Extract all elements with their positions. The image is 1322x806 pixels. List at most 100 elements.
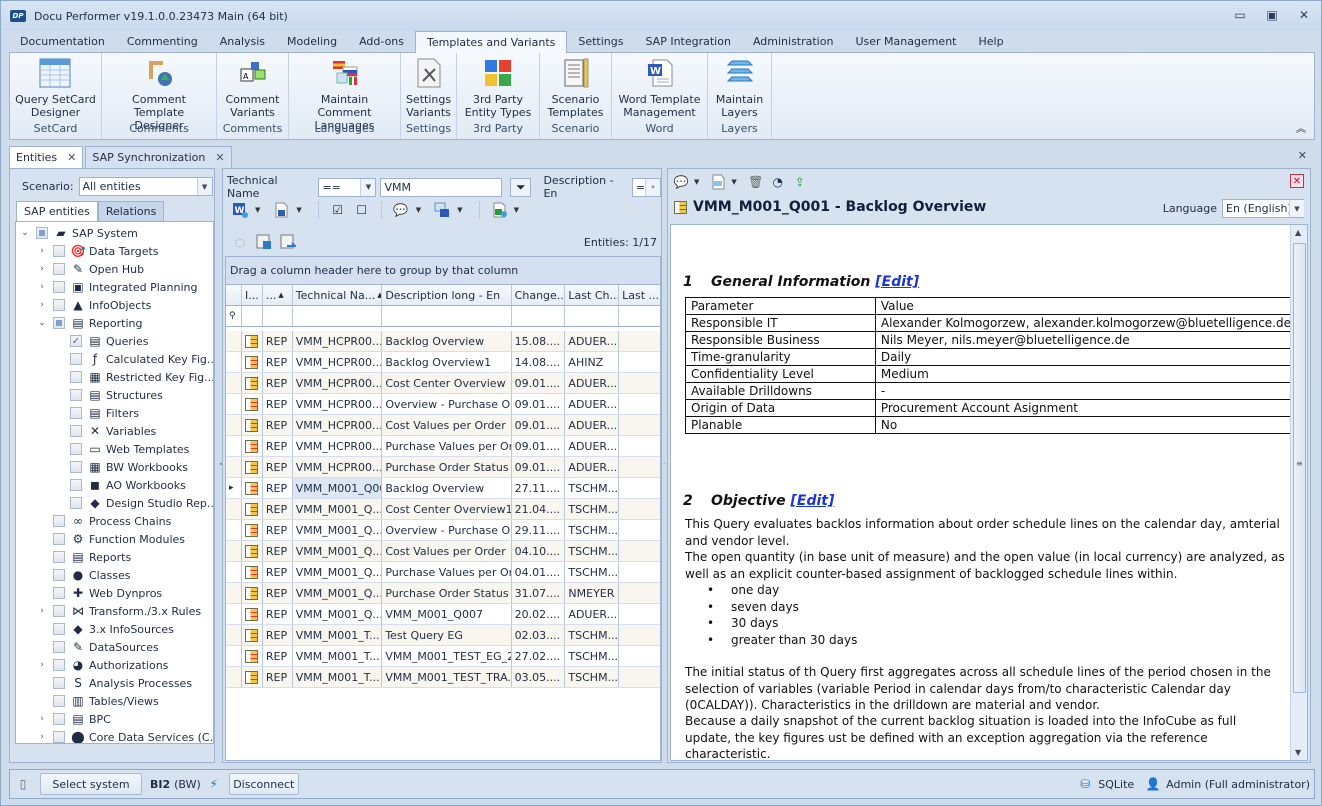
tree-node-function-modules[interactable]: ⚙ Function Modules (37, 530, 185, 548)
chevron-down-icon[interactable]: ▼ (694, 178, 699, 186)
tree-node-tables-views[interactable]: ▥ Tables/Views (37, 692, 159, 710)
cell-technical-name[interactable]: VMM_M001_Q001 (292, 478, 383, 498)
table-row[interactable]: REP VMM_HCPR00... Overview - Purchase O...… (226, 394, 660, 415)
close-tab-icon[interactable]: ✕ (215, 151, 224, 164)
tree-node-reports[interactable]: ▤ Reports (37, 548, 131, 566)
word-export-icon[interactable]: W (231, 201, 249, 219)
cell-description[interactable]: VMM_M001_TEST_TRA... (382, 667, 512, 687)
cell-last[interactable] (619, 415, 660, 435)
chevron-down-icon[interactable]: ▼ (457, 206, 462, 214)
cell-last[interactable] (619, 436, 660, 456)
cell-technical-name[interactable]: VMM_M001_Q... (293, 520, 383, 540)
tab-add-ons[interactable]: Add-ons (348, 31, 415, 53)
query-icon[interactable] (242, 583, 263, 603)
query-icon[interactable] (242, 562, 263, 582)
cell-last-changed-by[interactable]: TSCHM... (565, 520, 620, 540)
table-row[interactable]: REP VMM_M001_T... VMM_M001_TEST_TRA... 03.0… (226, 667, 660, 688)
cell-description[interactable]: Purchase Order Status (382, 583, 512, 603)
cell-description[interactable]: Cost Center Overview (382, 373, 512, 393)
comment-variants-button[interactable]: A Comment Variants (226, 53, 279, 121)
cell-technical-name[interactable]: VMM_HCPR00... (293, 394, 383, 414)
tree-checkbox[interactable] (53, 515, 65, 527)
tree-node-process-chains[interactable]: ∞ Process Chains (37, 512, 171, 530)
cell-technical-name[interactable]: VMM_M001_T... (293, 667, 383, 687)
excel-export-icon[interactable] (490, 201, 508, 219)
cell-description[interactable]: Backlog Overview (382, 478, 512, 498)
tree-checkbox[interactable] (36, 227, 48, 239)
tab-sap-integration[interactable]: SAP Integration (634, 31, 741, 53)
chevron-down-icon[interactable]: ▼ (255, 206, 260, 214)
close-icon[interactable]: ✕ (1297, 8, 1311, 22)
query-icon[interactable] (242, 604, 263, 624)
table-row[interactable]: ▸ REPVMM_M001_Q001Backlog Overview27.11..… (226, 478, 660, 499)
table-row[interactable]: REP VMM_M001_Q... Cost Center Overview1 21.… (226, 499, 660, 520)
cell-type[interactable]: REP (263, 373, 293, 393)
cell-type[interactable]: REP (263, 394, 293, 414)
tree-checkbox[interactable] (70, 353, 82, 365)
chevron-down-icon[interactable]: ⌄ (20, 228, 30, 238)
table-row[interactable]: REP VMM_M001_Q... Overview - Purchase O...… (226, 520, 660, 541)
column-header-technical-name[interactable]: Technical Na... ▲ (293, 285, 383, 305)
cell-type[interactable]: REP (263, 625, 293, 645)
cell-last-changed-by[interactable]: ADUER... (565, 457, 620, 477)
cell-changed[interactable]: 15.08.... (512, 331, 566, 351)
chevron-right-icon[interactable]: › (37, 282, 47, 292)
cell-last[interactable] (619, 457, 660, 477)
table-row[interactable]: REP VMM_HCPR00... Backlog Overview1 14.08..… (226, 352, 660, 373)
cell-technical-name[interactable]: VMM_HCPR00... (293, 331, 383, 351)
cell-description[interactable]: Cost Center Overview1 (382, 499, 512, 519)
cell-type[interactable]: REP (263, 457, 293, 477)
filter-operator-2-select[interactable]: = » (631, 177, 661, 197)
cell-last[interactable] (619, 583, 660, 603)
expand-icon[interactable]: » (645, 178, 660, 196)
cell-type[interactable]: REP (263, 646, 293, 666)
query-icon[interactable] (242, 436, 263, 456)
cell-technical-name[interactable]: VMM_HCPR00... (293, 457, 383, 477)
upload-icon[interactable]: ⇪ (791, 173, 809, 191)
cell-type[interactable]: REP (263, 520, 293, 540)
uncheck-all-icon[interactable]: ☐ (353, 201, 371, 219)
tab-commenting[interactable]: Commenting (116, 31, 209, 53)
tree-checkbox[interactable] (53, 299, 65, 311)
tree-checkbox[interactable] (53, 605, 65, 617)
edit-general-information-link[interactable]: [Edit] (875, 274, 919, 290)
cell-description[interactable]: Purchase Values per Or... (382, 436, 512, 456)
filter-icon[interactable]: ⏷ (510, 177, 532, 197)
cell-description[interactable]: Purchase Order Status (382, 457, 512, 477)
doc-tab-entities[interactable]: Entities ✕ (9, 146, 84, 168)
column-header-last[interactable]: Last ... (619, 285, 660, 305)
cell-last-changed-by[interactable]: TSCHM... (565, 562, 620, 582)
cell-last[interactable] (619, 667, 660, 687)
tree-node-datasources[interactable]: ✎ DataSources (37, 638, 159, 656)
query-icon[interactable] (242, 667, 263, 687)
tree-checkbox[interactable] (53, 731, 65, 743)
table-row[interactable]: REP VMM_M001_Q... Purchase Order Status 31.… (226, 583, 660, 604)
chevron-down-icon[interactable]: ▼ (360, 178, 376, 196)
cell-description[interactable]: Overview - Purchase O... (382, 520, 512, 540)
cell-description[interactable]: Cost Values per Order (382, 415, 512, 435)
cell-last[interactable] (619, 541, 660, 561)
cell-type[interactable]: REP (263, 562, 293, 582)
cell-changed[interactable]: 04.10.... (512, 541, 566, 561)
chevron-right-icon[interactable]: › (37, 732, 47, 742)
cell-description[interactable]: Overview - Purchase O... (382, 394, 512, 414)
cell-type[interactable]: REP (263, 478, 293, 498)
tree-checkbox[interactable] (53, 551, 65, 563)
language-select[interactable]: En (English) ▼ (1222, 199, 1304, 218)
cell-changed[interactable]: 29.11.... (512, 520, 566, 540)
cell-changed[interactable]: 31.07.... (512, 583, 566, 603)
chevron-right-icon[interactable]: › (37, 246, 47, 256)
close-tab-icon[interactable]: ✕ (67, 151, 76, 164)
query-icon[interactable] (242, 520, 263, 540)
maintain-comment-languages-button[interactable]: Maintain Comment Languages (293, 53, 396, 132)
cell-last[interactable] (619, 394, 660, 414)
cell-last[interactable] (619, 352, 660, 372)
cell-last-changed-by[interactable]: ADUER... (565, 394, 620, 414)
close-panel-icon[interactable]: ✕ (1290, 174, 1304, 188)
cell-type[interactable]: REP (263, 604, 293, 624)
query-icon[interactable] (242, 478, 263, 498)
cell-technical-name[interactable]: VMM_M001_Q... (293, 499, 383, 519)
tree-checkbox[interactable] (53, 317, 65, 329)
tree-node-data-targets[interactable]: › 🎯 Data Targets (37, 242, 158, 260)
chevron-down-icon[interactable]: ▼ (196, 178, 212, 195)
